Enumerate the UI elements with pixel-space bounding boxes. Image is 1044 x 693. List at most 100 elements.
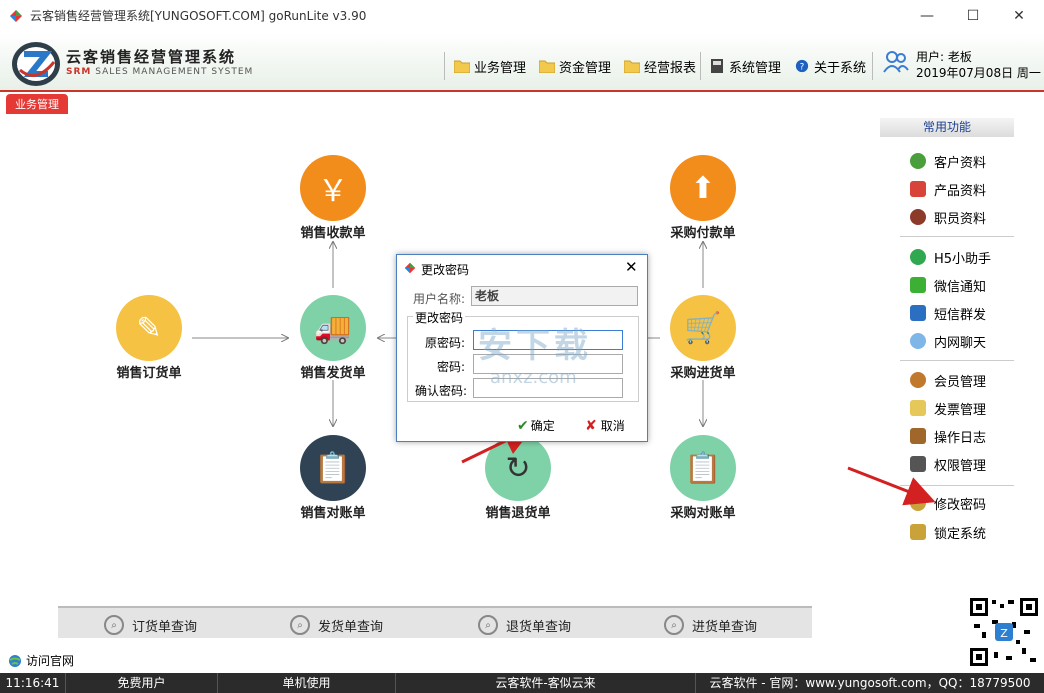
search-icon: ⌕ <box>104 615 124 635</box>
ok-button[interactable]: ✔ 确定 <box>517 417 555 434</box>
system-icon <box>711 59 723 73</box>
user-icon <box>883 51 909 73</box>
menu-system[interactable]: 系统管理 <box>705 55 785 77</box>
query-bar: ⌕ 订货单查询 ⌕ 发货单查询 ⌕ 退货单查询 ⌕ 进货单查询 <box>58 606 812 638</box>
sidebar-item-logs[interactable]: 操作日志 <box>910 425 986 447</box>
tab-business[interactable]: 业务管理 <box>6 94 68 114</box>
menu-business[interactable]: 业务管理 <box>450 55 530 77</box>
watermark-en: anxz.com <box>490 367 577 388</box>
sales-order-node[interactable]: ✎ <box>116 295 182 361</box>
sales-statement-label[interactable]: 销售对账单 <box>273 502 393 521</box>
sales-return-node[interactable]: ↻ <box>485 435 551 501</box>
dialog-close-icon[interactable]: ✕ <box>625 258 638 276</box>
sales-statement-node[interactable]: 📋 <box>300 435 366 501</box>
sidebar-item-staff[interactable]: 职员资料 <box>910 206 986 228</box>
sales-receipt-label[interactable]: 销售收款单 <box>273 222 393 241</box>
status-mode: 单机使用 <box>218 673 396 693</box>
sidebar-item-chat[interactable]: 内网聊天 <box>910 330 986 352</box>
sms-icon <box>910 305 926 321</box>
help-icon: ? <box>795 59 809 73</box>
tab-bar: 业务管理 <box>0 94 1044 118</box>
menu-finance[interactable]: 资金管理 <box>535 55 615 77</box>
dialog-titlebar: 更改密码 ✕ <box>397 255 647 281</box>
user-name: 用户: 老板 <box>916 50 972 64</box>
close-button[interactable]: ✕ <box>996 0 1042 32</box>
purchase-statement-label[interactable]: 采购对账单 <box>643 502 763 521</box>
menu-reports[interactable]: 经营报表 <box>620 55 700 77</box>
purchase-payment-node[interactable]: ⬆ <box>670 155 736 221</box>
menu-divider <box>700 52 701 80</box>
menu-label: 资金管理 <box>559 60 612 76</box>
sidebar-item-label: 客户资料 <box>934 155 987 171</box>
sidebar-item-products[interactable]: 产品资料 <box>910 178 986 200</box>
delivery-query-button[interactable]: ⌕ 发货单查询 <box>290 614 383 636</box>
payment-icon: ⬆ <box>690 170 716 206</box>
customer-icon <box>910 153 926 169</box>
menu-about[interactable]: ? 关于系统 <box>790 55 870 77</box>
yen-icon: ￥ <box>318 174 348 209</box>
key-icon <box>910 495 926 511</box>
purchase-receipt-label[interactable]: 采购进货单 <box>643 362 763 381</box>
sales-delivery-node[interactable]: 🚚 <box>300 295 366 361</box>
sidebar-item-h5[interactable]: H5小助手 <box>910 246 991 268</box>
folder-icon <box>454 60 470 73</box>
return-query-button[interactable]: ⌕ 退货单查询 <box>478 614 571 636</box>
minimize-button[interactable]: — <box>904 0 950 32</box>
staff-icon <box>910 209 926 225</box>
purchase-statement-node[interactable]: 📋 <box>670 435 736 501</box>
folder-icon <box>539 60 555 73</box>
sidebar-item-label: 修改密码 <box>934 497 987 513</box>
cancel-button[interactable]: ✘ 取消 <box>585 417 625 434</box>
sales-order-label[interactable]: 销售订货单 <box>89 362 209 381</box>
menu-label: 关于系统 <box>814 60 867 76</box>
group-label: 更改密码 <box>413 309 466 326</box>
sales-return-label[interactable]: 销售退货单 <box>458 502 578 521</box>
sidebar-item-permissions[interactable]: 权限管理 <box>910 453 986 475</box>
cancel-label: 取消 <box>600 419 625 433</box>
brand-subtitle: SRM SALES MANAGEMENT SYSTEM <box>66 67 253 77</box>
sales-delivery-label[interactable]: 销售发货单 <box>273 362 393 381</box>
sidebar-item-label: 权限管理 <box>934 458 987 474</box>
sidebar-item-invoices[interactable]: 发票管理 <box>910 397 986 419</box>
purchase-payment-label[interactable]: 采购付款单 <box>643 222 763 241</box>
sidebar-item-change-password[interactable]: 修改密码 <box>910 492 986 514</box>
brand-prefix: SRM <box>66 67 92 77</box>
app-icon <box>404 262 416 274</box>
invoice-icon <box>910 400 926 416</box>
sales-receipt-node[interactable]: ￥ <box>300 155 366 221</box>
cart-icon: 🛒 <box>684 310 722 346</box>
sidebar-item-members[interactable]: 会员管理 <box>910 369 986 391</box>
purchase-receipt-node[interactable]: 🛒 <box>670 295 736 361</box>
query-label: 退货单查询 <box>506 619 572 635</box>
cross-icon: ✘ <box>585 417 597 434</box>
svg-text:?: ? <box>800 63 805 73</box>
search-icon: ⌕ <box>478 615 498 635</box>
order-query-button[interactable]: ⌕ 订货单查询 <box>104 614 197 636</box>
query-label: 发货单查询 <box>318 619 384 635</box>
status-bar: 11:16:41 免费用户 单机使用 云客软件-客似云来 云客软件 - 官网：w… <box>0 673 1044 693</box>
maximize-button[interactable]: ☐ <box>950 0 996 32</box>
sidebar-item-lock[interactable]: 锁定系统 <box>910 521 986 543</box>
sidebar-item-label: 操作日志 <box>934 430 987 446</box>
sidebar-header: 常用功能 <box>880 118 1014 137</box>
status-time: 11:16:41 <box>0 673 66 693</box>
visit-website-link[interactable]: 访问官网 <box>8 652 74 669</box>
status-slogan: 云客软件-客似云来 <box>396 673 696 693</box>
clipboard-icon: 📋 <box>684 450 722 486</box>
sidebar-item-sms[interactable]: 短信群发 <box>910 302 986 324</box>
window-titlebar: 云客销售经营管理系统[YUNGOSOFT.COM] goRunLite v3.9… <box>0 0 1044 32</box>
visit-label: 访问官网 <box>26 654 75 668</box>
sidebar-item-wechat[interactable]: 微信通知 <box>910 274 986 296</box>
qr-code-icon: Z <box>968 596 1040 668</box>
sidebar-item-label: 锁定系统 <box>934 526 987 542</box>
globe-icon <box>9 654 21 667</box>
chat-icon <box>910 333 926 349</box>
purchase-query-button[interactable]: ⌕ 进货单查询 <box>664 614 757 636</box>
window-title: 云客销售经营管理系统[YUNGOSOFT.COM] goRunLite v3.9… <box>30 9 367 23</box>
log-icon <box>910 428 926 444</box>
sidebar-item-customers[interactable]: 客户资料 <box>910 150 986 172</box>
status-contact: 云客软件 - 官网：www.yungosoft.com，QQ：18779500 <box>709 676 1031 690</box>
member-icon <box>910 372 926 388</box>
username-label: 用户名称: <box>413 292 466 306</box>
dialog-title: 更改密码 <box>421 263 470 277</box>
